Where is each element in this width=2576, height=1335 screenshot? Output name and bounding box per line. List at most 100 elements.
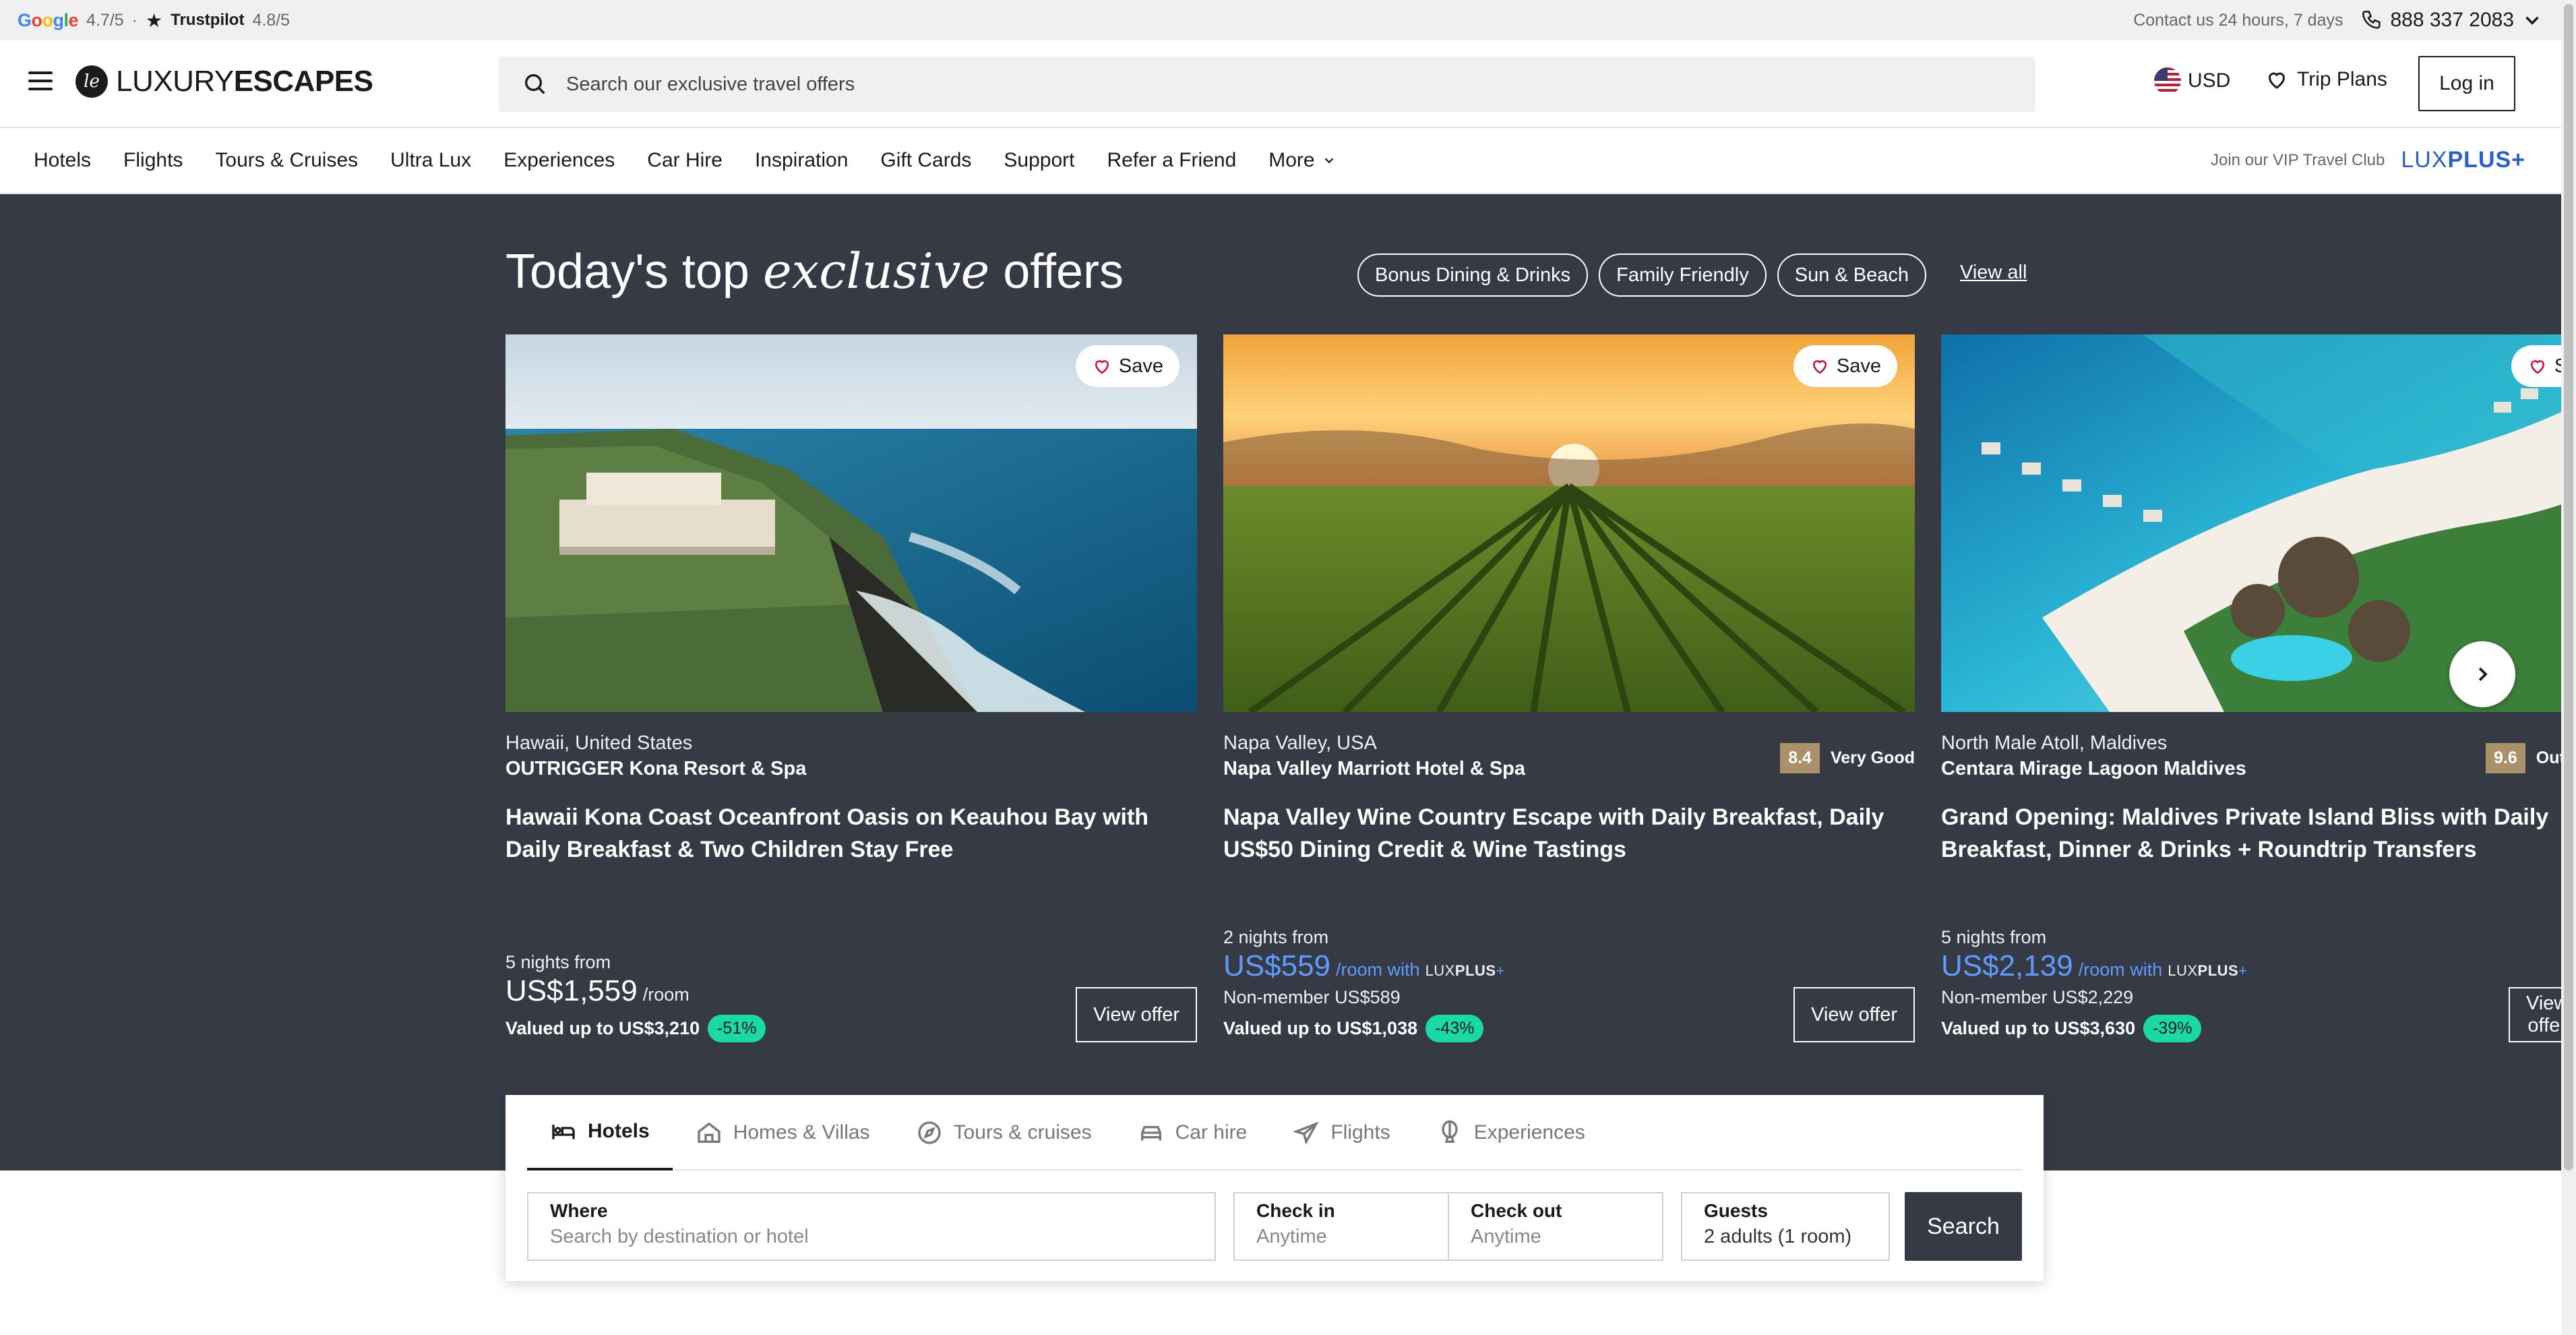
contact-hours: Contact us 24 hours, 7 days <box>2133 10 2343 30</box>
nav-item-car-hire[interactable]: Car Hire <box>647 149 723 172</box>
main-nav: Hotels Flights Tours & Cruises Ultra Lux… <box>0 128 2561 194</box>
valued-up-to: Valued up to US$1,038 <box>1223 1018 1418 1038</box>
save-button[interactable]: Save <box>2511 345 2561 387</box>
guests-value: 2 adults (1 room) <box>1704 1226 1852 1247</box>
hamburger-menu-icon[interactable] <box>28 71 53 92</box>
search-input[interactable] <box>566 73 1847 96</box>
nav-item-flights[interactable]: Flights <box>123 149 183 172</box>
hero-title: Today's top exclusive offers <box>505 243 1124 299</box>
view-offer-button[interactable]: View offer <box>2509 987 2561 1042</box>
nav-item-tours-cruises[interactable]: Tours & Cruises <box>215 149 358 172</box>
heart-icon <box>1812 360 1827 374</box>
nav-more-label: More <box>1268 149 1315 171</box>
logo-text-light: LUXURY <box>116 65 234 98</box>
chevron-right-icon <box>2478 667 2488 682</box>
offer-property: Centara Mirage Lagoon Maldives <box>1941 758 2246 779</box>
guests-field[interactable]: Guests 2 adults (1 room) <box>1681 1192 1890 1261</box>
discount-badge: -43% <box>1425 1015 1484 1042</box>
offer-image-hawaii[interactable] <box>505 334 1197 712</box>
logo-mark-icon: le <box>75 65 108 98</box>
tab-homes-villas[interactable]: Homes & Villas <box>673 1095 893 1170</box>
filter-chips: Bonus Dining & Drinks Family Friendly Su… <box>1357 254 1927 297</box>
login-button[interactable]: Log in <box>2418 56 2515 111</box>
price-block: 5 nights from US$2,139 /room with LUXPLU… <box>1941 927 2248 1042</box>
where-label: Where <box>550 1200 608 1221</box>
tab-flights[interactable]: Flights <box>1270 1095 1413 1170</box>
nav-item-refer-a-friend[interactable]: Refer a Friend <box>1107 149 1237 172</box>
trustpilot-name: Trustpilot <box>171 11 245 29</box>
offer-location: North Male Atoll, Maldives <box>1941 732 2168 754</box>
nights-label: 5 nights from <box>505 952 611 972</box>
price-block: 2 nights from US$559 /room with LUXPLUS+… <box>1223 927 1505 1042</box>
tab-experiences[interactable]: Experiences <box>1413 1095 1608 1170</box>
site-logo[interactable]: le LUXURYESCAPES <box>75 65 373 98</box>
nav-item-ultra-lux[interactable]: Ultra Lux <box>390 149 471 172</box>
phone-number: 888 337 2083 <box>2390 9 2514 31</box>
top-utility-bar: Google 4.7/5 · ★ Trustpilot 4.8/5 Contac… <box>0 0 2561 40</box>
trip-plans-link[interactable]: Trip Plans <box>2265 67 2387 92</box>
compass-icon <box>917 1121 941 1144</box>
view-offer-button[interactable]: View offer <box>1076 987 1197 1042</box>
check-out-field[interactable]: Check out Anytime <box>1448 1192 1663 1261</box>
rating-score: 9.6 <box>2486 743 2525 773</box>
check-out-value: Anytime <box>1471 1226 1541 1247</box>
chip-bonus-dining[interactable]: Bonus Dining & Drinks <box>1357 254 1589 297</box>
save-button[interactable]: Save <box>1793 345 1897 387</box>
where-field[interactable]: Where <box>527 1192 1216 1261</box>
search-widget: Hotels Homes & Villas Tours & cruises Ca… <box>505 1095 2044 1281</box>
offer-title[interactable]: Napa Valley Wine Country Escape with Dai… <box>1223 801 1915 866</box>
site-header: le LUXURYESCAPES USD Trip Plans Log in <box>0 40 2561 128</box>
rating-label: Very Good <box>1830 748 1915 767</box>
tab-tours-cruises[interactable]: Tours & cruises <box>893 1095 1115 1170</box>
save-label: Save <box>1836 355 1881 377</box>
chip-sun-beach[interactable]: Sun & Beach <box>1777 254 1927 297</box>
nav-item-inspiration[interactable]: Inspiration <box>755 149 848 172</box>
save-button[interactable]: Save <box>1075 345 1179 387</box>
guests-label: Guests <box>1704 1200 1768 1221</box>
offer-card[interactable]: Save Napa Valley, USA Napa Valley Marrio… <box>1223 334 1915 1042</box>
search-bar[interactable] <box>499 57 2035 112</box>
currency-label: USD <box>2188 69 2231 92</box>
valued-up-to: Valued up to US$3,210 <box>505 1018 700 1038</box>
offer-image-napa[interactable] <box>1223 334 1915 712</box>
offer-card[interactable]: Save Hawaii, United States OUTRIGGER Kon… <box>505 334 1197 1042</box>
discount-badge: -51% <box>708 1015 766 1042</box>
offer-title[interactable]: Hawaii Kona Coast Oceanfront Oasis on Ke… <box>505 801 1197 866</box>
hero-section: Today's top exclusive offers Bonus Dinin… <box>0 194 2561 1170</box>
view-offer-button[interactable]: View offer <box>1793 987 1915 1042</box>
search-icon <box>525 74 545 94</box>
price-unit: /room with <box>1336 959 1420 980</box>
plane-icon <box>1293 1121 1320 1145</box>
nav-item-more[interactable]: More <box>1268 149 1336 172</box>
valued-up-to: Valued up to US$3,630 <box>1941 1018 2136 1038</box>
chevron-down-icon <box>2525 16 2539 25</box>
tab-car-hire[interactable]: Car hire <box>1115 1095 1270 1170</box>
review-ratings: Google 4.7/5 · ★ Trustpilot 4.8/5 <box>18 9 290 32</box>
offer-price: US$1,559 <box>505 974 638 1007</box>
nights-label: 5 nights from <box>1941 927 2047 947</box>
trustpilot-rating: 4.8/5 <box>252 10 290 30</box>
search-button[interactable]: Search <box>1905 1192 2022 1261</box>
carousel-next-button[interactable] <box>2449 641 2515 707</box>
currency-selector[interactable]: USD <box>2154 67 2230 94</box>
view-all-link[interactable]: View all <box>1960 262 2027 284</box>
offer-property: Napa Valley Marriott Hotel & Spa <box>1223 758 1526 779</box>
nav-item-hotels[interactable]: Hotels <box>34 149 91 172</box>
nav-item-gift-cards[interactable]: Gift Cards <box>880 149 971 172</box>
nav-item-experiences[interactable]: Experiences <box>503 149 615 172</box>
check-in-field[interactable]: Check in Anytime <box>1233 1192 1449 1261</box>
tab-hotels[interactable]: Hotels <box>527 1095 673 1170</box>
nights-label: 2 nights from <box>1223 927 1329 947</box>
chip-family-friendly[interactable]: Family Friendly <box>1599 254 1767 297</box>
nonmember-price: Non-member US$589 <box>1223 987 1401 1007</box>
vip-club-link[interactable]: Join our VIP Travel Club LUXPLUS+ <box>2211 147 2525 173</box>
offer-title[interactable]: Grand Opening: Maldives Private Island B… <box>1941 801 2561 866</box>
rating-separator: · <box>131 10 137 30</box>
discount-badge: -39% <box>2143 1015 2202 1042</box>
where-input[interactable] <box>550 1226 1193 1248</box>
heart-icon <box>2530 360 2544 374</box>
search-tabs: Hotels Homes & Villas Tours & cruises Ca… <box>527 1095 2022 1170</box>
phone-link[interactable]: 888 337 2083 <box>2360 9 2544 32</box>
nav-item-support[interactable]: Support <box>1004 149 1074 172</box>
scrollbar-thumb[interactable] <box>2564 4 2573 1170</box>
